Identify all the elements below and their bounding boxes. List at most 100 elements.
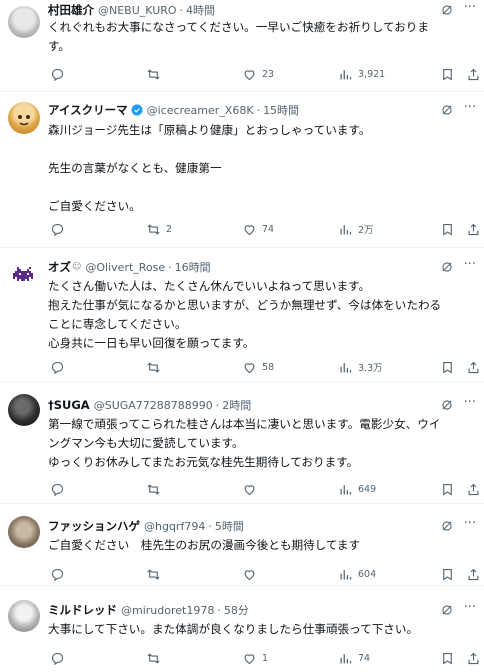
- avatar[interactable]: [8, 258, 40, 290]
- reply-button[interactable]: [50, 359, 70, 375]
- retweet-button[interactable]: 2: [146, 221, 172, 237]
- like-icon: [244, 569, 255, 580]
- avatar-art-icon: [18, 115, 30, 126]
- tweet-0[interactable]: 村田雄介 @NEBU_KURO · 4時間 くれぐれもお大事になさってください。…: [0, 0, 484, 92]
- bookmark-button[interactable]: [440, 481, 455, 497]
- separator: ·: [256, 103, 261, 117]
- tweet-2[interactable]: オズ ☺ @Olivert_Rose · 16時間 たくさん働いた人は、たくさん…: [0, 248, 484, 382]
- like-count: 74: [262, 223, 275, 235]
- retweet-button[interactable]: [146, 66, 166, 82]
- author-handle[interactable]: @SUGA77288788990: [94, 399, 213, 412]
- timestamp[interactable]: 58分: [224, 602, 249, 618]
- tweet-4[interactable]: ファッションハゲ @hgqrf794 · 5時間 ご自愛ください 桂先生のお尻の…: [0, 504, 484, 586]
- grok-icon[interactable]: [440, 603, 454, 617]
- avatar[interactable]: [8, 394, 40, 426]
- tweet-line: 大事にして下さい。また体調が良くなりましたら仕事頑張って下さい。: [48, 622, 419, 636]
- views-button[interactable]: 74: [338, 650, 370, 666]
- author-name[interactable]: オズ: [48, 259, 71, 275]
- like-button[interactable]: [242, 481, 262, 497]
- like-count: 1: [262, 652, 269, 664]
- like-button[interactable]: 74: [242, 221, 274, 237]
- more-icon[interactable]: ···: [464, 396, 476, 410]
- views-button[interactable]: 3.3万: [338, 359, 383, 375]
- more-icon[interactable]: ···: [464, 101, 476, 115]
- more-icon[interactable]: ···: [464, 601, 476, 615]
- like-button[interactable]: 1: [242, 650, 268, 666]
- tweet-text: 大事にして下さい。また体調が良くなりましたら仕事頑張って下さい。: [48, 620, 472, 639]
- bookmark-icon: [443, 652, 452, 665]
- author-handle[interactable]: @mirudoret1978: [121, 604, 214, 617]
- grok-icon[interactable]: [440, 103, 454, 117]
- grok-icon[interactable]: [440, 260, 454, 274]
- timestamp[interactable]: 5時間: [215, 518, 244, 534]
- author-handle[interactable]: @hgqrf794: [144, 520, 205, 533]
- bookmark-button[interactable]: [440, 66, 455, 82]
- author-handle[interactable]: @NEBU_KURO: [98, 4, 177, 17]
- author-name[interactable]: アイスクリーマ: [48, 102, 128, 118]
- timestamp[interactable]: 4時間: [186, 2, 215, 18]
- more-icon[interactable]: ···: [464, 258, 476, 272]
- reply-button[interactable]: [50, 66, 70, 82]
- share-button[interactable]: [466, 221, 481, 237]
- retweet-icon: [147, 568, 160, 580]
- share-button[interactable]: [466, 650, 481, 666]
- views-icon: [340, 653, 352, 663]
- avatar[interactable]: [8, 6, 40, 38]
- avatar[interactable]: [8, 600, 40, 632]
- bookmark-button[interactable]: [440, 650, 455, 666]
- tweet-header: ファッションハゲ @hgqrf794 · 5時間: [48, 518, 428, 534]
- timestamp[interactable]: 15時間: [263, 102, 299, 118]
- author-name[interactable]: 村田雄介: [48, 2, 94, 18]
- retweet-icon: [147, 68, 160, 80]
- retweet-button[interactable]: [146, 359, 166, 375]
- bookmark-button[interactable]: [440, 221, 455, 237]
- avatar[interactable]: [8, 102, 40, 134]
- views-button[interactable]: 604: [338, 566, 376, 582]
- share-button[interactable]: [466, 481, 481, 497]
- tweet-line: ことに専念してください。: [48, 317, 187, 331]
- grok-icon[interactable]: [440, 398, 454, 412]
- more-icon[interactable]: ···: [464, 517, 476, 531]
- retweet-button[interactable]: [146, 566, 166, 582]
- retweet-button[interactable]: [146, 650, 166, 666]
- tweet-text: 第一線で頑張ってこられた桂さんは本当に凄いと思います。電影少女、ウイ ングマン今…: [48, 415, 472, 472]
- retweet-button[interactable]: [146, 481, 166, 497]
- like-button[interactable]: 58: [242, 359, 274, 375]
- views-button[interactable]: 3,921: [338, 66, 385, 82]
- author-handle[interactable]: @icecreamer_X68K: [147, 104, 254, 117]
- reply-button[interactable]: [50, 650, 70, 666]
- bookmark-button[interactable]: [440, 359, 455, 375]
- tweet-5[interactable]: ミルドレッド @mirudoret1978 · 58分 大事にして下さい。また体…: [0, 586, 484, 672]
- tweet-1[interactable]: アイスクリーマ @icecreamer_X68K · 15時間 森川ジョージ先生…: [0, 92, 484, 248]
- like-button[interactable]: [242, 566, 262, 582]
- author-name[interactable]: †SUGA: [48, 398, 90, 412]
- space-invader-icon: [13, 267, 33, 281]
- bookmark-icon: [443, 483, 452, 496]
- author-name[interactable]: ミルドレッド: [48, 602, 117, 618]
- avatar[interactable]: [8, 516, 40, 548]
- more-icon[interactable]: ···: [464, 1, 476, 15]
- timestamp[interactable]: 2時間: [222, 397, 251, 413]
- reply-button[interactable]: [50, 566, 70, 582]
- action-bar: 58 3.3万: [48, 359, 479, 375]
- reply-button[interactable]: [50, 221, 70, 237]
- views-button[interactable]: 2万: [338, 221, 374, 237]
- views-count: 3,921: [358, 68, 386, 80]
- views-button[interactable]: 649: [338, 481, 376, 497]
- reply-button[interactable]: [50, 481, 70, 497]
- tweet-3[interactable]: †SUGA @SUGA77288788990 · 2時間 第一線で頑張ってこられ…: [0, 382, 484, 504]
- author-name[interactable]: ファッションハゲ: [48, 518, 140, 534]
- tweet-line: 抱えた仕事が気になるかと思いますが、どうか無理せず、今は体をいたわる: [48, 298, 442, 312]
- share-button[interactable]: [466, 66, 481, 82]
- timestamp[interactable]: 16時間: [175, 259, 211, 275]
- grok-icon[interactable]: [440, 519, 454, 533]
- share-button[interactable]: [466, 359, 481, 375]
- author-handle[interactable]: @Olivert_Rose: [85, 261, 165, 274]
- like-button[interactable]: 23: [242, 66, 274, 82]
- reply-icon: [51, 361, 64, 374]
- share-button[interactable]: [466, 566, 481, 582]
- tweet-line: 先生の言葉がなくとも、健康第一: [48, 161, 222, 175]
- bookmark-button[interactable]: [440, 566, 455, 582]
- grok-icon[interactable]: [440, 3, 454, 17]
- tweet-line: ご自愛ください。: [48, 199, 141, 213]
